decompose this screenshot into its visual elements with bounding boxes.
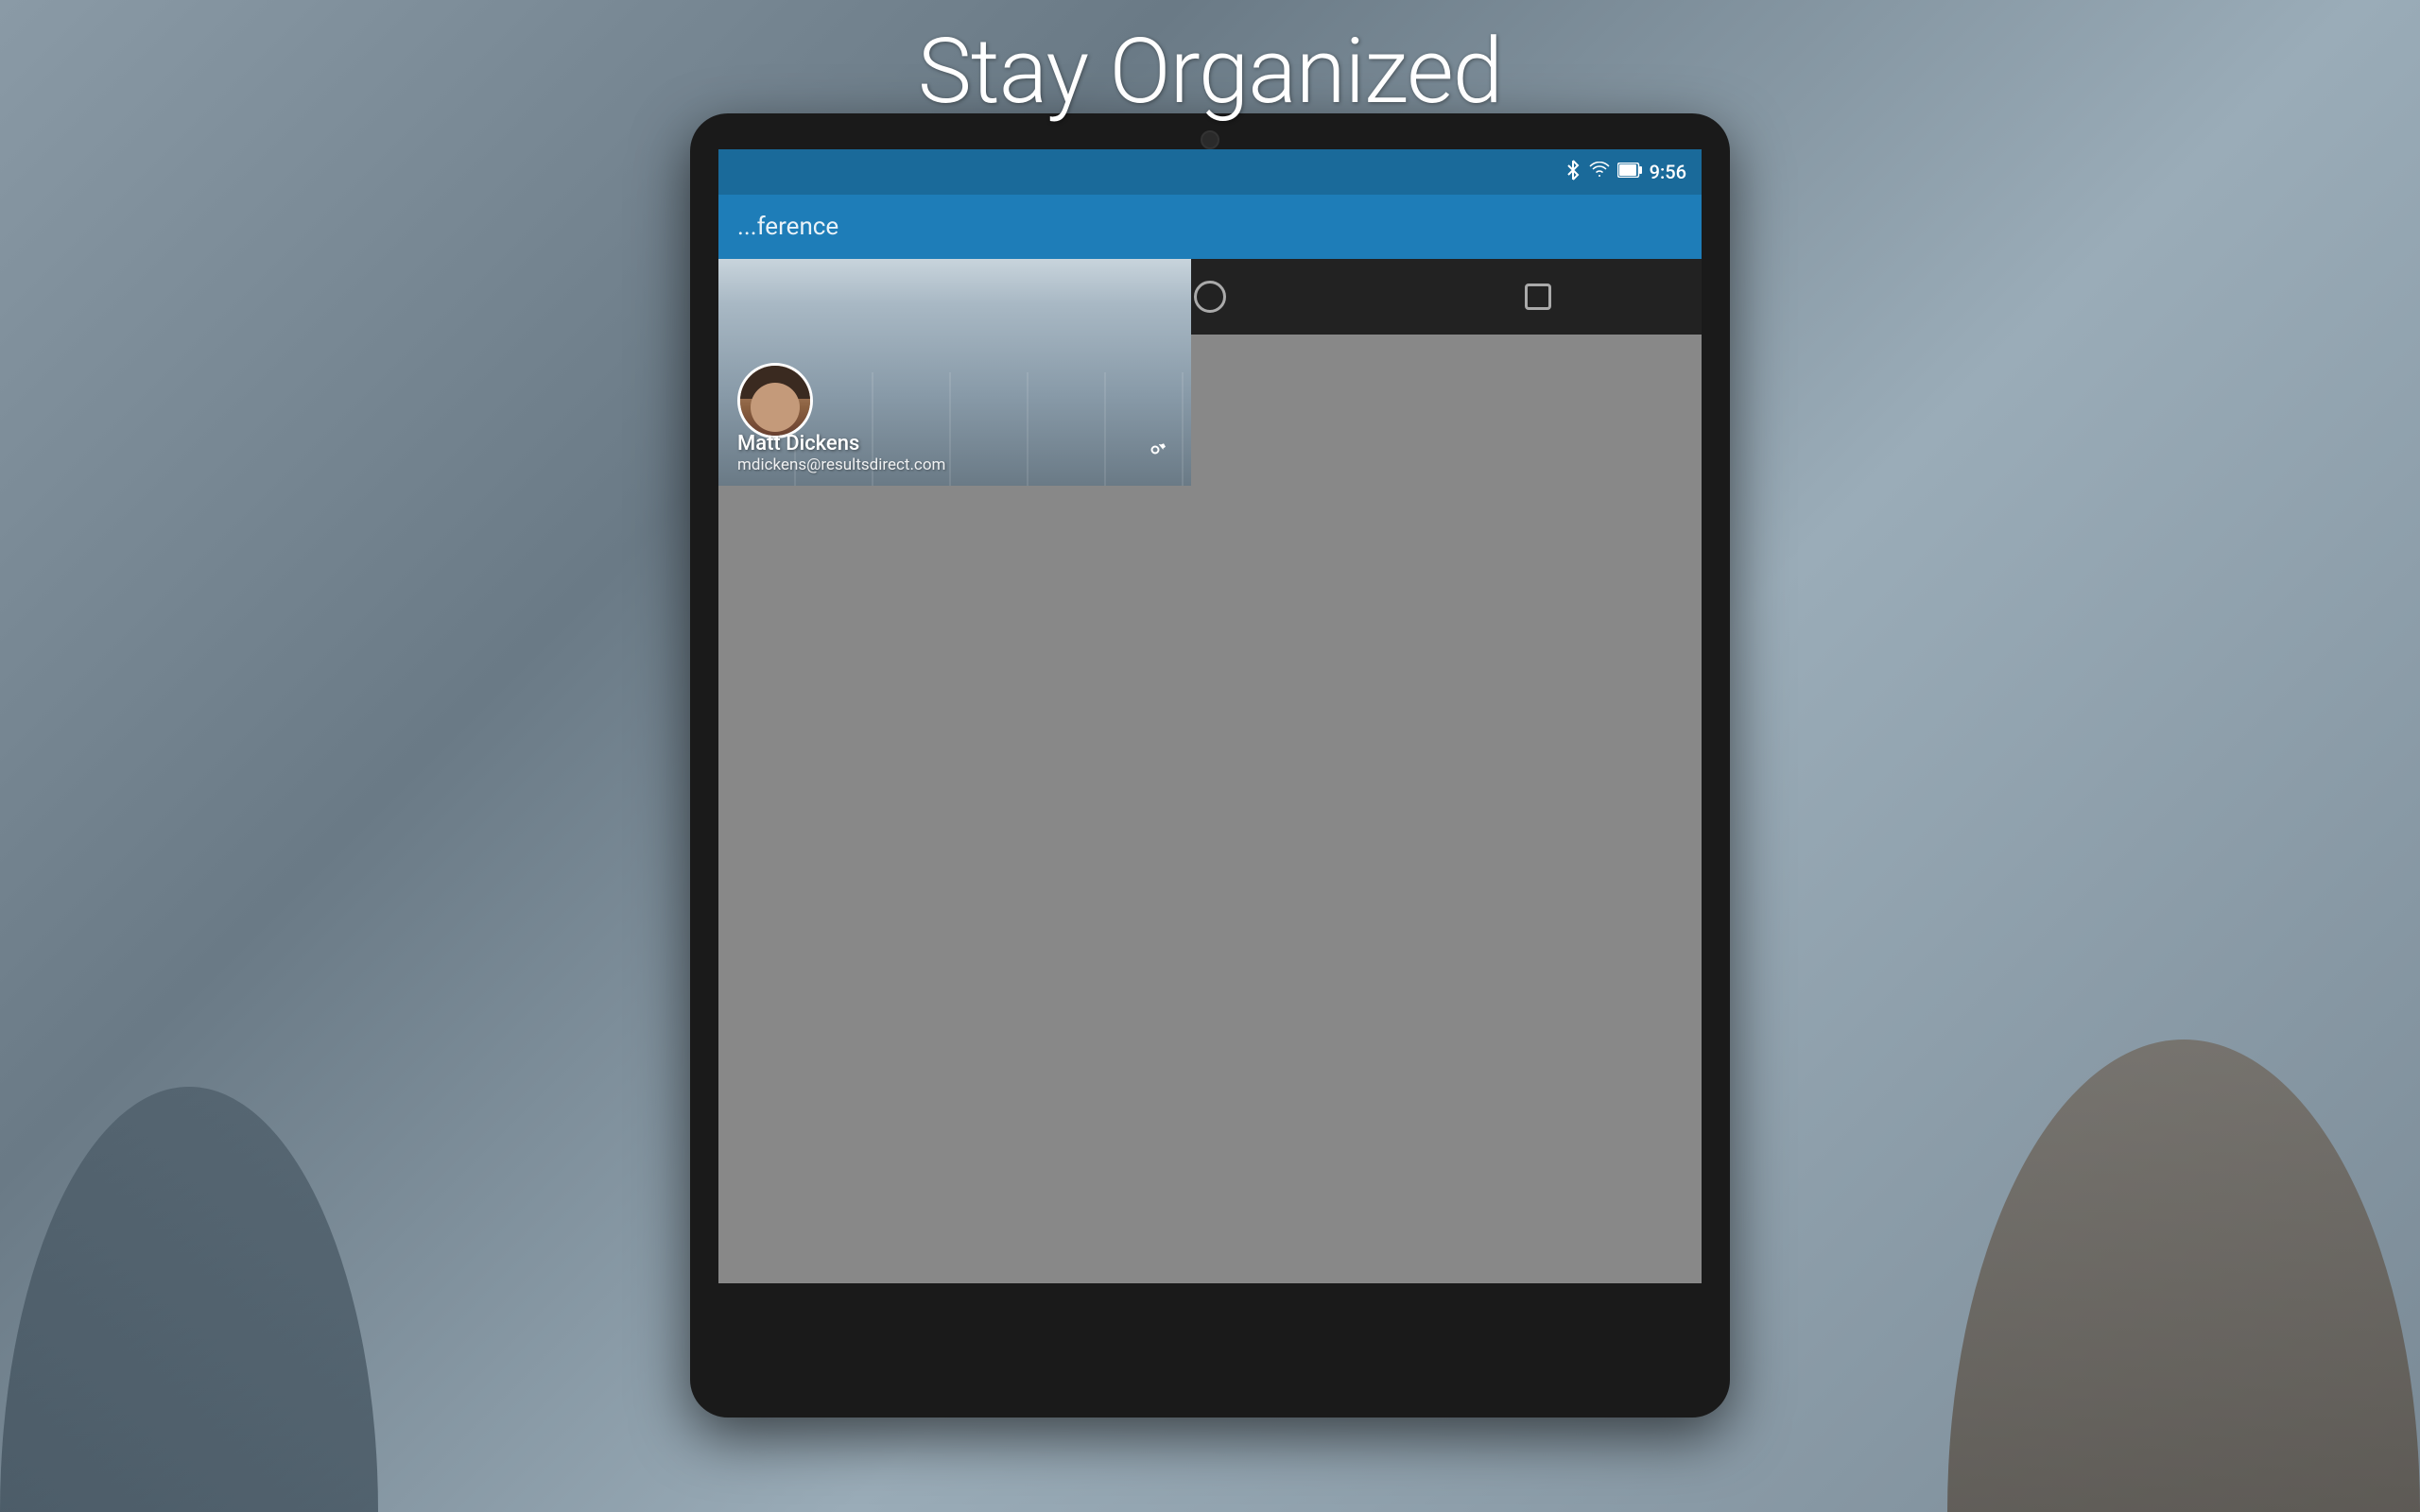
settings-icon[interactable] — [1138, 433, 1172, 467]
status-bar: 9:56 — [718, 149, 1702, 195]
user-info: Matt Dickens mdickens@resultsdirect.com — [737, 432, 945, 474]
status-time: 9:56 — [1650, 161, 1686, 183]
avatar — [737, 363, 813, 438]
recents-button[interactable] — [1510, 268, 1566, 325]
recents-icon — [1525, 284, 1551, 310]
wifi-icon — [1589, 162, 1610, 183]
app-header: ...ference — [718, 195, 1702, 259]
battery-icon — [1617, 163, 1642, 182]
tablet-camera — [1201, 130, 1219, 149]
app-header-title: ...ference — [737, 213, 838, 241]
user-name: Matt Dickens — [737, 432, 945, 455]
tablet-screen: 9:56 ...ference — [718, 149, 1702, 1283]
drawer-header: Matt Dickens mdickens@resultsdirect.com — [718, 259, 1191, 486]
user-email: mdickens@resultsdirect.com — [737, 455, 945, 474]
tablet-frame: 9:56 ...ference — [690, 113, 1730, 1418]
status-icons: 9:56 — [1564, 160, 1686, 185]
page-title: Stay Organized — [0, 19, 2420, 125]
home-icon — [1194, 281, 1226, 313]
bluetooth-icon — [1564, 160, 1582, 185]
